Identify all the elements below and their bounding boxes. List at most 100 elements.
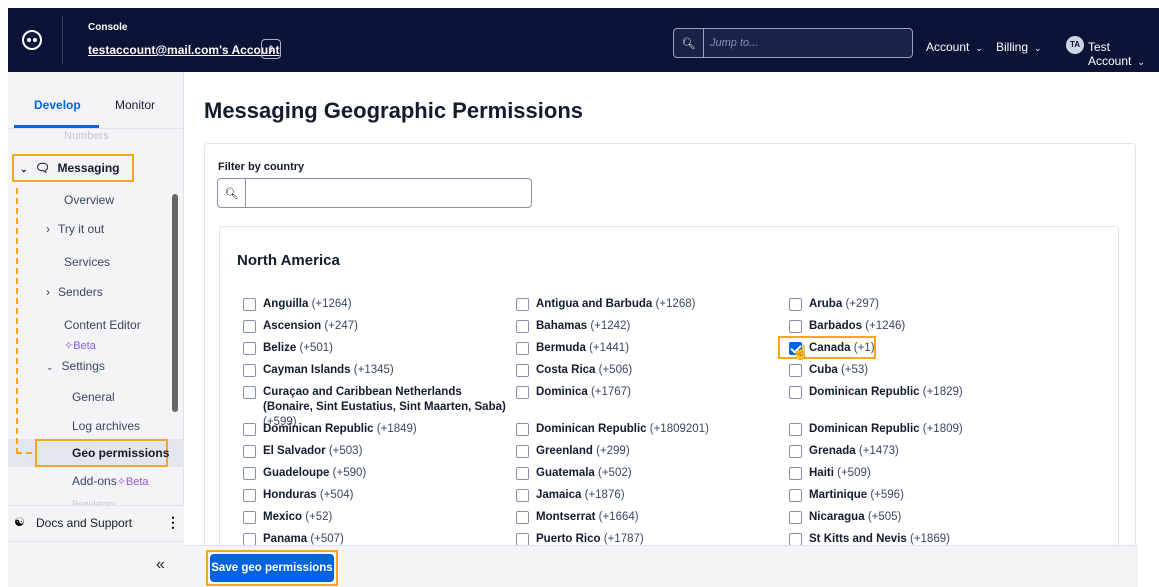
country-checkbox-row[interactable]: Dominica (+1767) xyxy=(516,385,781,400)
checkbox[interactable] xyxy=(789,445,802,458)
country-checkbox-row[interactable]: Dominican Republic (+1809201) xyxy=(516,422,781,437)
country-checkbox-row[interactable]: Anguilla (+1264) xyxy=(243,297,513,312)
country-checkbox-row[interactable]: Greenland (+299) xyxy=(516,444,781,459)
country-checkbox-row[interactable]: Bermuda (+1441) xyxy=(516,341,781,356)
account-switcher-button[interactable]: ⇕ xyxy=(261,39,281,59)
country-checkbox-row[interactable]: Guatemala (+502) xyxy=(516,466,781,481)
country-checkbox-row[interactable]: Cuba (+53) xyxy=(789,363,1039,378)
jump-to-search[interactable]: 🔍︎ xyxy=(673,28,913,58)
checkbox[interactable] xyxy=(789,467,802,480)
sidebar-item-settings[interactable]: ⌄ Settings xyxy=(46,359,105,373)
country-checkbox-row[interactable]: Dominican Republic (+1829) xyxy=(789,385,1039,400)
checkbox[interactable] xyxy=(243,342,256,355)
country-checkbox-row[interactable]: Honduras (+504) xyxy=(243,488,513,503)
country-name: Dominican Republic xyxy=(809,386,920,398)
tab-develop[interactable]: Develop xyxy=(34,98,81,112)
checkbox[interactable] xyxy=(789,386,802,399)
country-checkbox-row[interactable]: Jamaica (+1876) xyxy=(516,488,781,503)
checkbox[interactable] xyxy=(243,298,256,311)
country-checkbox-row[interactable]: Antigua and Barbuda (+1268) xyxy=(516,297,781,312)
checkbox[interactable] xyxy=(516,342,529,355)
sidebar-item-log-archives[interactable]: Log archives xyxy=(72,419,140,433)
filter-country-input[interactable] xyxy=(252,184,522,202)
checkbox[interactable] xyxy=(243,489,256,502)
sidebar-item-overview[interactable]: Overview xyxy=(64,193,114,207)
country-label: Guadeloupe (+590) xyxy=(263,466,366,481)
sidebar-item-label: Try it out xyxy=(58,222,105,236)
country-checkbox-row[interactable]: Belize (+501) xyxy=(243,341,513,356)
sidebar-item-content-editor[interactable]: Content Editor xyxy=(64,318,141,332)
checkbox[interactable] xyxy=(243,386,256,399)
checkbox[interactable] xyxy=(516,386,529,399)
checkbox[interactable] xyxy=(243,423,256,436)
checkbox[interactable] xyxy=(789,511,802,524)
sidebar-item-senders[interactable]: › Senders xyxy=(46,285,103,299)
sidebar-item-general[interactable]: General xyxy=(72,390,115,404)
country-checkbox-row[interactable]: Montserrat (+1664) xyxy=(516,510,781,525)
sidebar-item-add-ons[interactable]: Add-ons✧Beta xyxy=(72,474,149,488)
country-checkbox-row[interactable]: Mexico (+52) xyxy=(243,510,513,525)
checkbox[interactable] xyxy=(516,298,529,311)
sidebar-scrollbar[interactable] xyxy=(172,194,178,412)
country-checkbox-row[interactable]: Bahamas (+1242) xyxy=(516,319,781,334)
checkbox[interactable] xyxy=(516,445,529,458)
country-checkbox-row[interactable]: Costa Rica (+506) xyxy=(516,363,781,378)
sidebar-item-messaging[interactable]: ⌄ 🗨︎ Messaging xyxy=(20,161,119,175)
checkbox[interactable] xyxy=(789,320,802,333)
country-code: (+1268) xyxy=(655,298,696,310)
checkbox[interactable] xyxy=(243,320,256,333)
message-icon: 🗨︎ xyxy=(34,161,51,175)
checkbox[interactable] xyxy=(516,364,529,377)
checkbox[interactable] xyxy=(789,489,802,502)
checkbox[interactable] xyxy=(243,511,256,524)
checkbox[interactable] xyxy=(789,298,802,311)
country-checkbox-row[interactable]: Aruba (+297) xyxy=(789,297,1039,312)
country-checkbox-row[interactable]: Haiti (+509) xyxy=(789,466,1039,481)
docs-support-bar[interactable]: ☯ Docs and Support ⋮ xyxy=(8,505,184,541)
country-label: Bermuda (+1441) xyxy=(536,341,629,356)
country-label: Montserrat (+1664) xyxy=(536,510,639,525)
country-checkbox-row[interactable]: Guadeloupe (+590) xyxy=(243,466,513,481)
country-checkbox-row[interactable]: El Salvador (+503) xyxy=(243,444,513,459)
checkbox[interactable] xyxy=(516,320,529,333)
country-checkbox-row[interactable]: Barbados (+1246) xyxy=(789,319,1039,334)
sidebar-item-try-it-out[interactable]: › Try it out xyxy=(46,222,104,236)
user-menu[interactable]: Test Account ⌄ xyxy=(1088,40,1159,68)
account-menu[interactable]: Account ⌄ xyxy=(926,40,983,54)
checkbox[interactable] xyxy=(516,489,529,502)
country-code: (+53) xyxy=(840,364,869,376)
jump-to-input[interactable] xyxy=(710,34,900,52)
filter-country-field[interactable]: 🔍︎ xyxy=(217,178,532,208)
country-label: Dominica (+1767) xyxy=(536,385,631,400)
more-options-icon[interactable]: ⋮ xyxy=(166,514,180,531)
collapse-sidebar-icon[interactable]: « xyxy=(156,556,165,574)
billing-menu[interactable]: Billing ⌄ xyxy=(996,40,1042,54)
checkbox[interactable] xyxy=(243,445,256,458)
country-checkbox-row[interactable]: Dominican Republic (+1849) xyxy=(243,422,513,437)
country-label: Dominican Republic (+1829) xyxy=(809,385,963,400)
checkbox[interactable] xyxy=(516,467,529,480)
checkbox[interactable] xyxy=(516,511,529,524)
country-checkbox-row[interactable]: Cayman Islands (+1345) xyxy=(243,363,513,378)
sidebar-item-geo-permissions[interactable]: Geo permissions xyxy=(72,446,169,460)
tab-monitor[interactable]: Monitor xyxy=(115,98,155,112)
checkbox[interactable] xyxy=(789,364,802,377)
chevron-right-icon: › xyxy=(46,285,50,299)
logo-icon[interactable] xyxy=(22,30,42,50)
checkbox[interactable] xyxy=(789,423,802,436)
country-checkbox-row[interactable]: Nicaragua (+505) xyxy=(789,510,1039,525)
checkbox[interactable] xyxy=(243,467,256,480)
country-checkbox-row[interactable]: Ascension (+247) xyxy=(243,319,513,334)
sidebar-item-numbers[interactable]: Numbers xyxy=(64,130,109,142)
country-code: (+1809) xyxy=(922,423,963,435)
sidebar-item-services[interactable]: Services xyxy=(64,255,110,269)
console-label: Console xyxy=(88,22,128,33)
avatar[interactable]: TA xyxy=(1066,36,1084,54)
country-checkbox-row[interactable]: Martinique (+596) xyxy=(789,488,1039,503)
country-checkbox-row[interactable]: Grenada (+1473) xyxy=(789,444,1039,459)
checkbox[interactable] xyxy=(243,364,256,377)
checkbox[interactable] xyxy=(516,423,529,436)
save-geo-permissions-button[interactable]: Save geo permissions xyxy=(210,554,334,582)
account-name-link[interactable]: testaccount@mail.com's Account xyxy=(88,43,279,57)
country-checkbox-row[interactable]: Dominican Republic (+1809) xyxy=(789,422,1039,437)
